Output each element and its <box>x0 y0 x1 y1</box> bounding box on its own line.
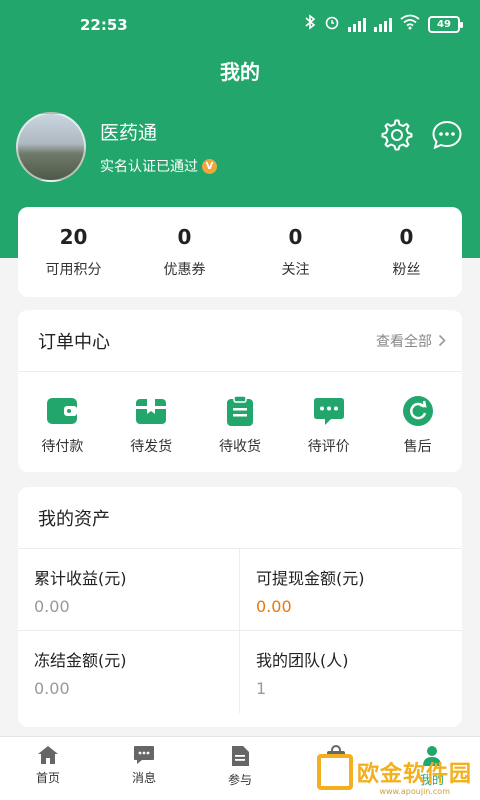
tab-label: 参与 <box>227 773 252 787</box>
stat-label: 可用积分 <box>45 262 102 278</box>
package-icon <box>134 394 168 428</box>
order-center-header: 订单中心 查看全部 <box>18 310 462 372</box>
asset-label: 我的团队(人) <box>256 651 349 670</box>
assets-grid: 累计收益(元) 0.00 可提现金额(元) 0.00 冻结金额(元) 0.00 … <box>18 549 462 713</box>
tab-home[interactable]: 首页 <box>0 737 96 800</box>
stat-label: 关注 <box>281 262 310 278</box>
status-bar: 22:53 49 <box>0 0 480 50</box>
order-center-title: 订单中心 <box>38 331 110 353</box>
watermark: 欧金软件园 <box>316 754 472 790</box>
order-label: 待收货 <box>218 439 261 455</box>
order-label: 待付款 <box>41 439 84 455</box>
order-after-sales[interactable]: 售后 <box>373 394 462 456</box>
order-pending-payment[interactable]: 待付款 <box>18 394 107 456</box>
stats-card: 20 可用积分 0 优惠券 0 关注 0 粉丝 <box>18 207 462 297</box>
order-label: 售后 <box>403 439 432 455</box>
alarm-icon <box>324 14 340 34</box>
tab-label: 消息 <box>131 771 156 785</box>
assets-header: 我的资产 <box>18 487 462 549</box>
asset-value: 0.00 <box>34 597 70 616</box>
tab-messages[interactable]: 消息 <box>96 737 192 800</box>
stat-coupons[interactable]: 0 优惠券 <box>129 207 240 297</box>
order-center-card: 订单中心 查看全部 待付款 待发货 待收货 待评价 售后 <box>18 310 462 472</box>
stat-points[interactable]: 20 可用积分 <box>18 207 129 297</box>
watermark-url: www.apoujin.com <box>379 787 450 796</box>
page-title: 我的 <box>220 60 260 84</box>
signal-icon <box>348 16 366 32</box>
stat-value: 20 <box>59 225 88 249</box>
my-assets-card: 我的资产 累计收益(元) 0.00 可提现金额(元) 0.00 冻结金额(元) … <box>18 487 462 727</box>
asset-label: 累计收益(元) <box>34 569 127 588</box>
asset-total-earnings[interactable]: 累计收益(元) 0.00 <box>18 549 240 631</box>
bluetooth-icon <box>304 14 316 34</box>
order-status-row: 待付款 待发货 待收货 待评价 售后 <box>18 372 462 456</box>
view-all-orders-link[interactable]: 查看全部 <box>376 331 446 351</box>
watermark-logo-icon <box>316 754 353 790</box>
user-name: 医药通 <box>100 122 158 144</box>
comment-icon <box>312 394 346 428</box>
stat-label: 粉丝 <box>392 262 421 278</box>
tab-label: 首页 <box>35 771 60 785</box>
order-pending-review[interactable]: 待评价 <box>284 394 373 456</box>
gear-icon <box>381 119 413 151</box>
verification-text: 实名认证已通过 <box>100 159 198 175</box>
watermark-text: 欧金软件园 <box>356 762 472 787</box>
verified-badge-icon: V <box>202 158 217 174</box>
wallet-icon <box>45 394 79 428</box>
asset-label: 冻结金额(元) <box>34 651 127 670</box>
stat-value: 0 <box>177 225 192 249</box>
order-label: 待评价 <box>307 439 350 455</box>
battery-indicator: 49 <box>428 15 463 33</box>
order-label: 待发货 <box>130 439 173 455</box>
document-icon <box>232 746 249 766</box>
asset-withdrawable[interactable]: 可提现金额(元) 0.00 <box>240 549 462 631</box>
view-all-label: 查看全部 <box>376 333 432 350</box>
stat-followers[interactable]: 0 粉丝 <box>351 207 462 297</box>
message-icon <box>134 746 154 764</box>
stat-value: 0 <box>399 225 414 249</box>
clipboard-icon <box>223 394 257 428</box>
wifi-icon <box>400 14 420 34</box>
asset-value: 0.00 <box>256 597 292 616</box>
chat-bubble-icon <box>432 120 462 150</box>
messages-button[interactable] <box>430 118 464 152</box>
home-icon <box>38 746 58 764</box>
avatar[interactable] <box>16 112 86 182</box>
verification-status: 实名认证已通过 V <box>100 156 217 176</box>
status-icons: 49 <box>304 14 463 34</box>
asset-my-team[interactable]: 我的团队(人) 1 <box>240 631 462 713</box>
stat-following[interactable]: 0 关注 <box>240 207 351 297</box>
asset-label: 可提现金额(元) <box>256 569 365 588</box>
tab-participate[interactable]: 参与 <box>192 737 288 800</box>
order-pending-shipment[interactable]: 待发货 <box>107 394 196 456</box>
signal-icon-2 <box>374 16 392 32</box>
status-time: 22:53 <box>80 16 128 34</box>
asset-frozen[interactable]: 冻结金额(元) 0.00 <box>18 631 240 713</box>
settings-button[interactable] <box>380 118 414 152</box>
assets-title: 我的资产 <box>38 508 110 530</box>
asset-value: 1 <box>256 679 267 698</box>
chevron-right-icon <box>438 334 446 347</box>
stat-value: 0 <box>288 225 303 249</box>
refresh-icon <box>401 394 435 428</box>
stat-label: 优惠券 <box>163 262 206 278</box>
asset-value: 0.00 <box>34 679 70 698</box>
order-pending-receipt[interactable]: 待收货 <box>196 394 285 456</box>
